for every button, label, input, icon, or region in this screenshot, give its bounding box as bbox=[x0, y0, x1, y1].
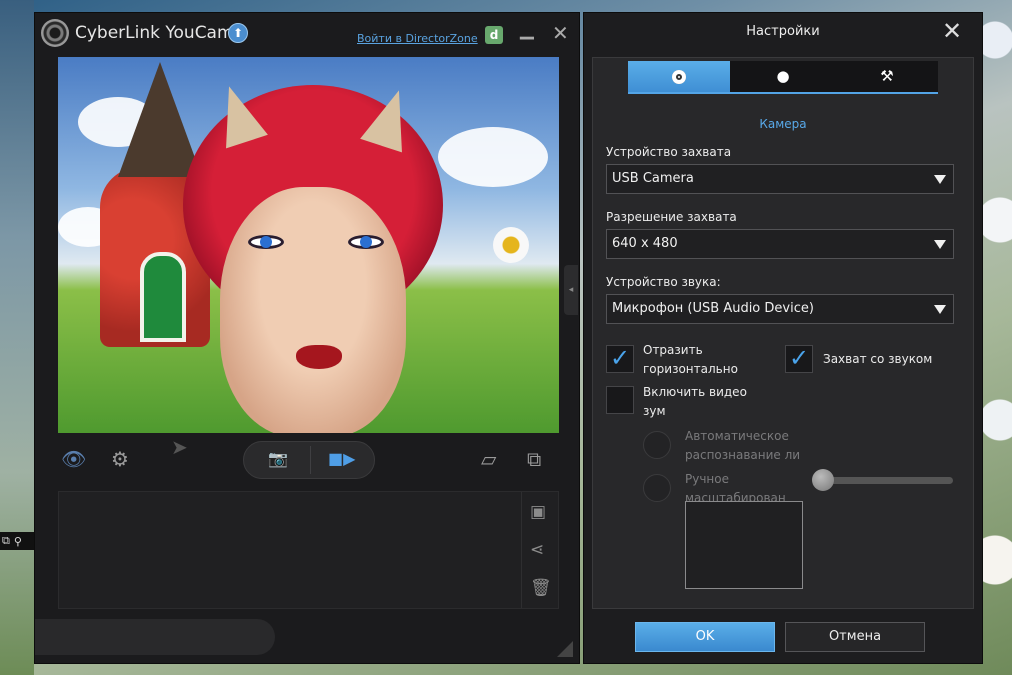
eye-icon[interactable]: 👁 bbox=[61, 447, 86, 471]
audio-device-value: Микрофон (USB Audio Device) bbox=[612, 301, 814, 316]
youcam-titlebar: CyberLink YouCam ⬆ Войти в DirectorZone … bbox=[35, 13, 579, 53]
eraser-icon[interactable]: ▱ bbox=[481, 447, 496, 471]
zoom-slider-thumb[interactable] bbox=[812, 469, 834, 491]
settings-dialog: Настройки ✕ ● ⚒ Камера Устройство захват… bbox=[583, 12, 983, 664]
video-zoom-checkbox[interactable] bbox=[606, 386, 634, 414]
youcam-title: CyberLink YouCam bbox=[75, 23, 234, 43]
mirror-checkbox[interactable]: ✓ bbox=[606, 345, 634, 373]
capture-device-value: USB Camera bbox=[612, 171, 694, 186]
auto-face-label: Автоматическое распознавание ли bbox=[685, 429, 801, 462]
dropdown-arrow-icon bbox=[934, 240, 946, 249]
face bbox=[220, 187, 406, 433]
media-library: ▣ ⋖ 🗑 bbox=[58, 491, 559, 609]
tab-camera[interactable] bbox=[628, 61, 730, 92]
settings-title: Настройки bbox=[746, 24, 820, 39]
tab-tools[interactable]: ⚒ bbox=[836, 61, 938, 92]
gallery-icon[interactable]: ▣ bbox=[530, 502, 546, 522]
dropdown-arrow-icon bbox=[934, 305, 946, 314]
magnifier-icon[interactable]: ⚲ bbox=[14, 535, 22, 548]
close-button[interactable]: ✕ bbox=[552, 21, 569, 45]
trash-icon[interactable]: 🗑 bbox=[530, 578, 552, 598]
desktop-background bbox=[0, 0, 34, 675]
capture-group: 📷 ■▶ bbox=[243, 441, 375, 479]
capture-audio-label: Захват со звуком bbox=[823, 352, 933, 366]
tools-icon: ⚒ bbox=[880, 67, 894, 85]
gear-icon[interactable]: ⚙ bbox=[111, 447, 129, 471]
snapshot-button[interactable]: 📷 bbox=[268, 449, 288, 468]
ok-button[interactable]: OK bbox=[635, 622, 775, 652]
resolution-value: 640 x 480 bbox=[612, 236, 678, 251]
camera-preview bbox=[58, 57, 559, 433]
record-icon: ● bbox=[776, 67, 790, 85]
auto-face-radio[interactable] bbox=[643, 431, 671, 459]
resize-grip-icon[interactable] bbox=[557, 641, 573, 657]
youcam-logo-icon bbox=[41, 19, 69, 47]
tray-strip: ⧉ ⚲ bbox=[0, 532, 34, 550]
resolution-label: Разрешение захвата bbox=[606, 210, 737, 224]
capture-device-select[interactable]: USB Camera bbox=[606, 164, 954, 194]
cancel-button[interactable]: Отмена bbox=[785, 622, 925, 652]
mirror-label: Отразить горизонтально bbox=[643, 343, 738, 376]
zoom-slider-track[interactable] bbox=[823, 477, 953, 484]
video-zoom-label: Включить видео зум bbox=[643, 385, 747, 418]
camera-icon bbox=[672, 69, 686, 84]
record-video-button[interactable]: ■▶ bbox=[328, 449, 355, 468]
screen-mode-icon[interactable]: ⧉ bbox=[527, 447, 541, 471]
minimize-button[interactable]: ▁ bbox=[520, 19, 534, 40]
settings-panel: ● ⚒ Камера Устройство захвата USB Camera… bbox=[592, 57, 974, 609]
audio-device-select[interactable]: Микрофон (USB Audio Device) bbox=[606, 294, 954, 324]
cursor-icon: ➤ bbox=[171, 435, 188, 459]
window-restore-icon[interactable]: ⧉ bbox=[2, 534, 10, 548]
directorzone-login-link[interactable]: Войти в DirectorZone bbox=[357, 32, 478, 45]
section-title: Камера bbox=[759, 117, 807, 131]
settings-tabs: ● ⚒ bbox=[628, 61, 938, 94]
audio-device-label: Устройство звука: bbox=[606, 275, 721, 289]
share-icon[interactable]: ⋖ bbox=[530, 540, 544, 560]
settings-close-button[interactable]: ✕ bbox=[942, 17, 962, 45]
panel-collapse-handle[interactable]: ◂ bbox=[564, 265, 578, 315]
capture-audio-checkbox[interactable]: ✓ bbox=[785, 345, 813, 373]
library-sidebar: ▣ ⋖ 🗑 bbox=[521, 492, 558, 608]
manual-zoom-radio[interactable] bbox=[643, 474, 671, 502]
youcam-window: CyberLink YouCam ⬆ Войти в DirectorZone … bbox=[34, 12, 580, 664]
youcam-toolbar: 👁 ⚙ ➤ 📷 ■▶ ▱ ⧉ bbox=[35, 433, 579, 489]
zoom-preview-box bbox=[685, 501, 803, 589]
upgrade-icon[interactable]: ⬆ bbox=[228, 23, 248, 43]
dropdown-arrow-icon bbox=[934, 175, 946, 184]
directorzone-icon[interactable]: d bbox=[485, 26, 503, 44]
capture-device-label: Устройство захвата bbox=[606, 145, 732, 159]
lips bbox=[296, 345, 342, 369]
bottom-bar bbox=[35, 619, 275, 655]
tab-capture[interactable]: ● bbox=[732, 61, 834, 92]
resolution-select[interactable]: 640 x 480 bbox=[606, 229, 954, 259]
